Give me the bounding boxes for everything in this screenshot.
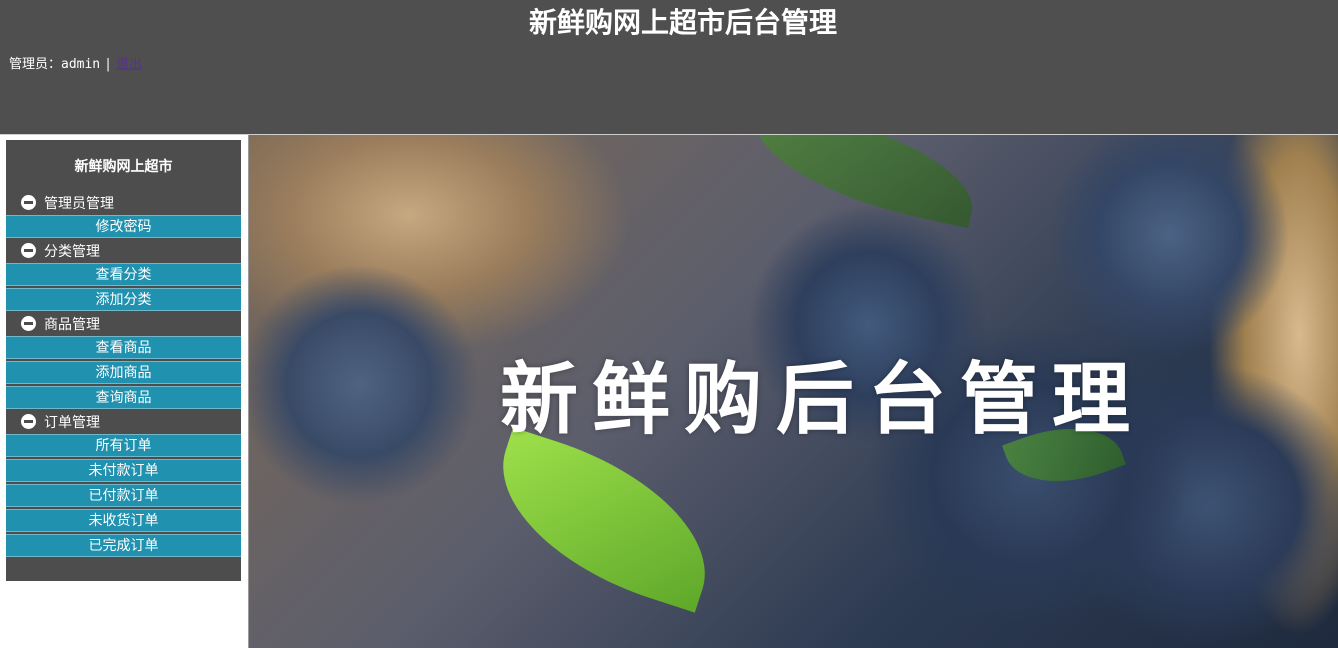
separator: |: [104, 57, 112, 72]
sidebar: 新鲜购网上超市 管理员管理 修改密码 分类管理 查看分类 添加分类 商品管理 查…: [6, 140, 241, 581]
menu-item-all-orders[interactable]: 所有订单: [6, 434, 241, 457]
sidebar-group-products[interactable]: 商品管理: [6, 311, 241, 334]
sidebar-group-label: 商品管理: [44, 316, 100, 333]
page-title: 新鲜购网上超市后台管理: [528, 6, 837, 39]
menu-item-change-password[interactable]: 修改密码: [6, 215, 241, 238]
sidebar-group-label: 订单管理: [44, 414, 100, 431]
minus-circle-icon: [21, 414, 36, 429]
menu-item-unpaid-orders[interactable]: 未付款订单: [6, 459, 241, 482]
sidebar-group-orders[interactable]: 订单管理: [6, 409, 241, 432]
header: 新鲜购网上超市后台管理 管理员：admin | 退出: [0, 0, 1338, 134]
minus-circle-icon: [21, 195, 36, 210]
menu-item-completed-orders[interactable]: 已完成订单: [6, 534, 241, 557]
sidebar-group-category[interactable]: 分类管理: [6, 238, 241, 261]
minus-circle-icon: [21, 243, 36, 258]
admin-info: 管理员：admin | 退出: [9, 56, 142, 74]
leaf-shape: [476, 427, 732, 613]
banner-text: 新鲜购后台管理: [500, 355, 1145, 445]
minus-circle-icon: [21, 316, 36, 331]
logout-link[interactable]: 退出: [116, 57, 142, 72]
sidebar-group-admin[interactable]: 管理员管理: [6, 190, 241, 213]
sidebar-group-label: 管理员管理: [44, 195, 114, 212]
menu-item-paid-orders[interactable]: 已付款订单: [6, 484, 241, 507]
menu-item-unreceived-orders[interactable]: 未收货订单: [6, 509, 241, 532]
menu-item-view-products[interactable]: 查看商品: [6, 336, 241, 359]
banner-image: 新鲜购后台管理: [249, 135, 1338, 648]
menu-item-view-categories[interactable]: 查看分类: [6, 263, 241, 286]
sidebar-title: 新鲜购网上超市: [74, 159, 173, 175]
sidebar-frame: 新鲜购网上超市 管理员管理 修改密码 分类管理 查看分类 添加分类 商品管理 查…: [0, 135, 249, 648]
menu-item-add-category[interactable]: 添加分类: [6, 288, 241, 311]
leaf-shape: [743, 135, 985, 229]
admin-label: 管理员：admin: [9, 57, 101, 72]
sidebar-group-label: 分类管理: [44, 243, 100, 260]
menu-item-search-products[interactable]: 查询商品: [6, 386, 241, 409]
menu-item-add-product[interactable]: 添加商品: [6, 361, 241, 384]
